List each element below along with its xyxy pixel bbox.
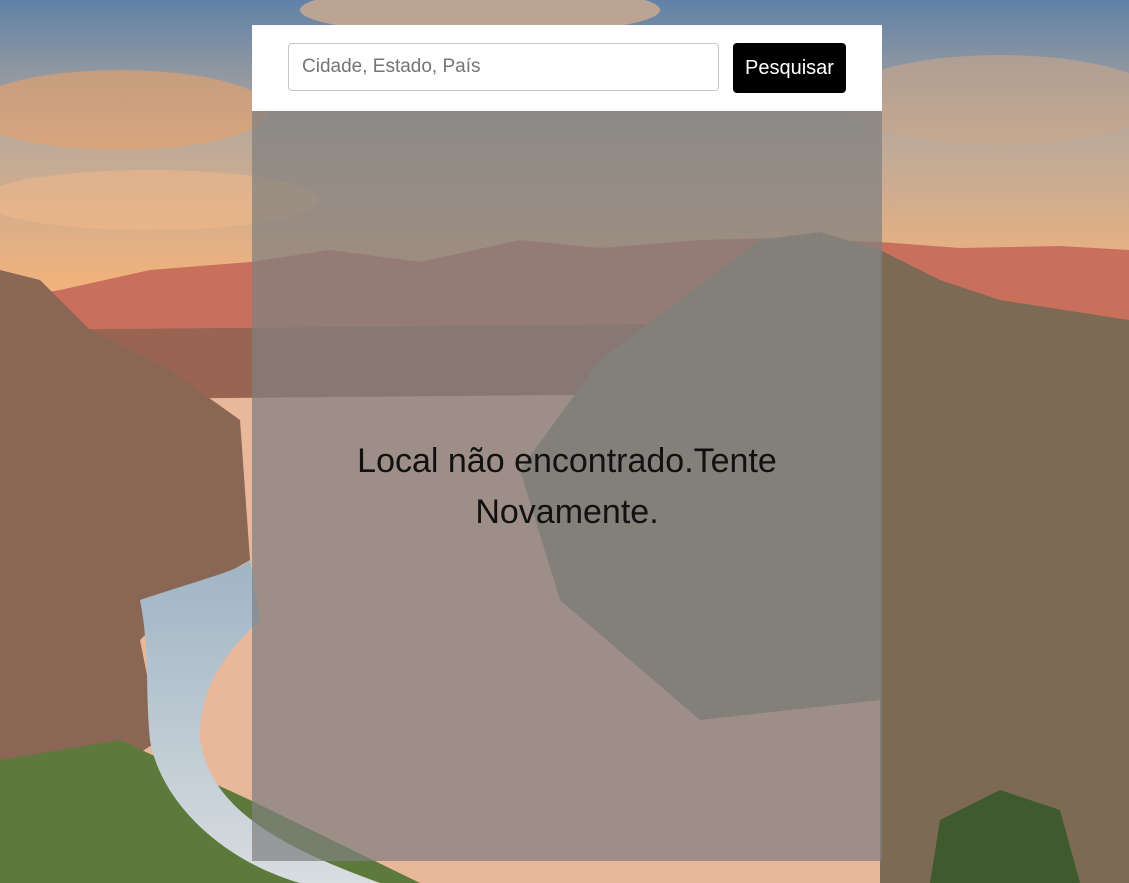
weather-card: Pesquisar Local não encontrado.Tente Nov… [252, 25, 882, 861]
search-bar: Pesquisar [252, 25, 882, 111]
not-found-message: Local não encontrado.Tente Novamente. [357, 442, 777, 531]
search-input[interactable] [288, 43, 719, 91]
result-panel: Local não encontrado.Tente Novamente. [252, 111, 882, 861]
search-button[interactable]: Pesquisar [733, 43, 846, 93]
